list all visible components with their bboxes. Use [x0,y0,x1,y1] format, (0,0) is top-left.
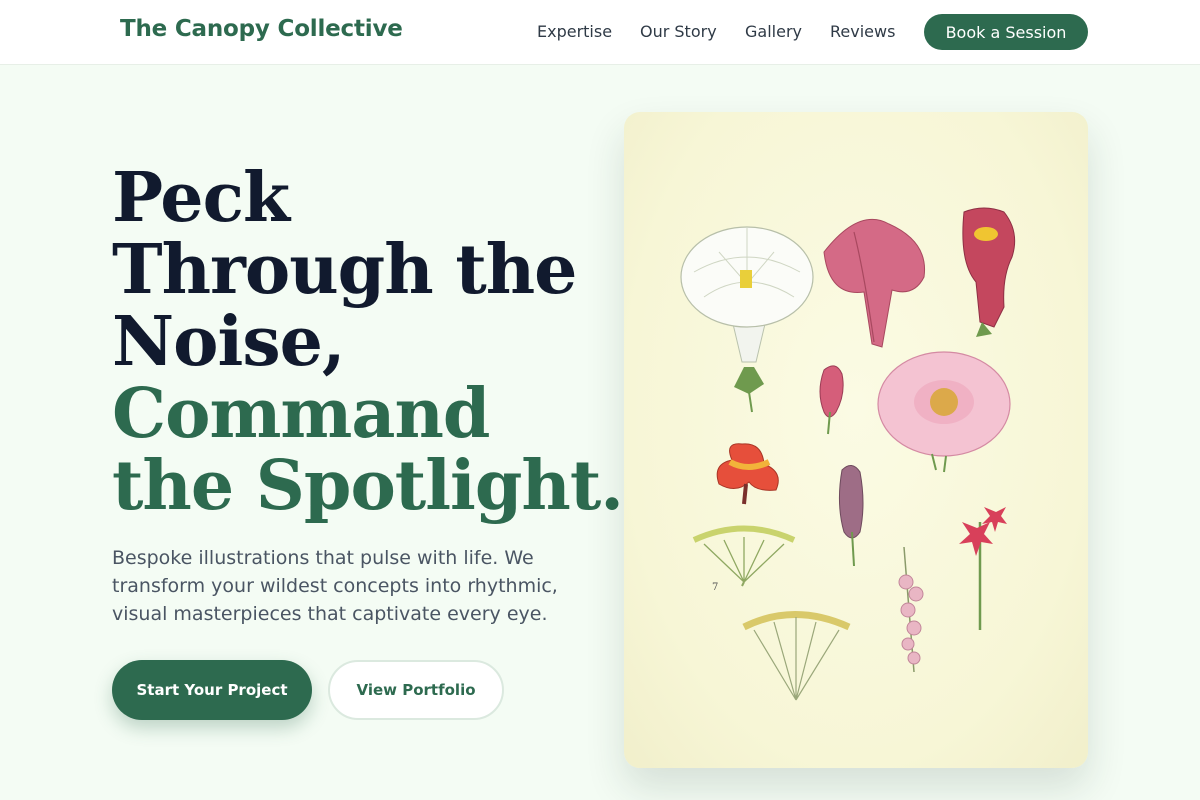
hero-title-line: Through the [112,230,577,310]
yellow-umbel-illustration: 7 [692,525,796,593]
botanical-illustration: 7 [680,207,1016,701]
pink-tulip-illustration [823,218,926,348]
site-header: The Canopy Collective Expertise Our Stor… [0,0,1200,65]
nav-link-gallery[interactable]: Gallery [745,22,802,41]
red-star-flowers-illustration [959,507,1007,630]
wild-rose-illustration [877,351,1011,473]
main-nav: Expertise Our Story Gallery Reviews Book… [0,0,1200,64]
hero-botanical-image: 7 [624,112,1088,768]
nav-link-our-story[interactable]: Our Story [640,22,717,41]
nav-link-reviews[interactable]: Reviews [830,22,895,41]
svg-text:7: 7 [712,582,718,593]
orange-flower-illustration [716,443,779,505]
hero-title: Peck Through the Noise, Command the Spot… [112,158,624,526]
small-bud-illustration [819,365,844,435]
hero-title-accent-line: Command [112,374,490,454]
white-flower-illustration [680,226,814,413]
yarrow-illustration [742,611,851,701]
hero-title-line: Noise, [112,302,346,382]
hero-subtitle: Bespoke illustrations that pulse with li… [112,547,558,625]
start-project-button[interactable]: Start Your Project [112,660,312,720]
nav-link-expertise[interactable]: Expertise [537,22,612,41]
book-session-button[interactable]: Book a Session [924,14,1088,50]
view-portfolio-button[interactable]: View Portfolio [328,660,504,720]
hero-title-line: Peck [112,158,290,238]
pink-cluster-illustration [898,546,924,673]
snapdragon-illustration [962,207,1016,337]
hero-title-accent-line: the Spotlight. [112,446,624,526]
purple-spike-illustration [838,465,864,567]
